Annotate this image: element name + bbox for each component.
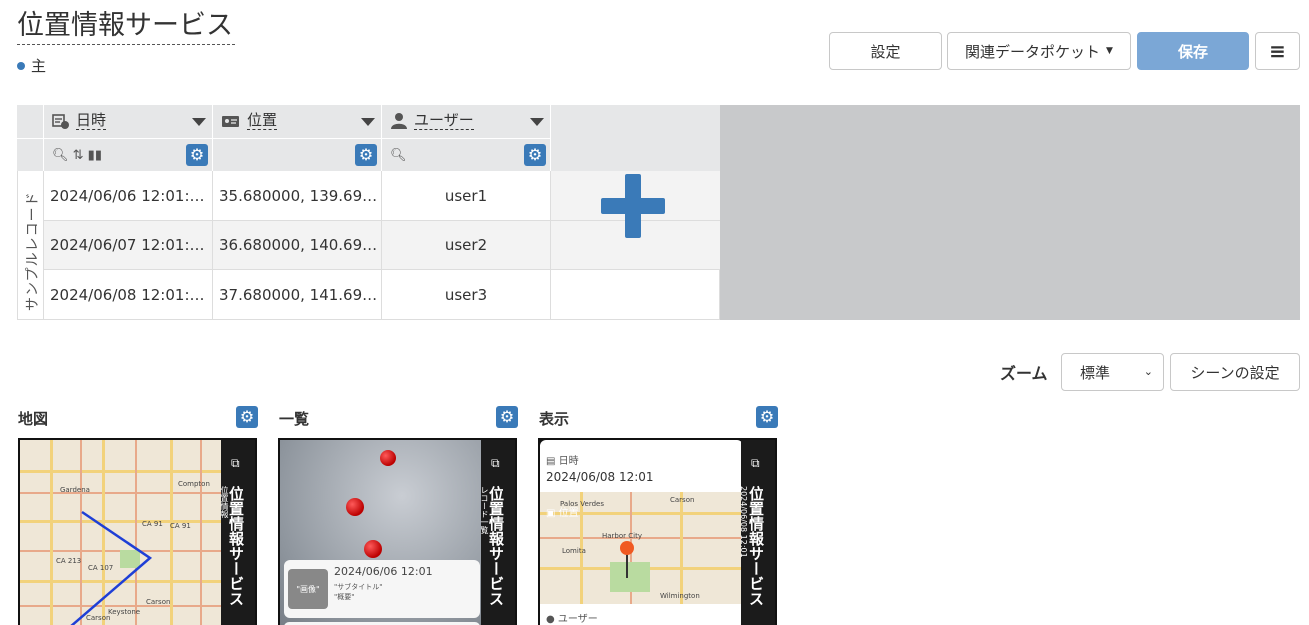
map-pin-icon <box>620 541 634 578</box>
corner-cell <box>17 105 44 138</box>
card-title-map: 地図 <box>18 410 49 428</box>
map-card[interactable]: Gardena Compton Carson Keystone Carson C… <box>18 438 257 625</box>
dropdown-arrow-icon[interactable] <box>192 118 206 126</box>
item-summary: "概要" <box>334 593 355 601</box>
scene-settings-button[interactable]: シーンの設定 <box>1170 353 1300 391</box>
list-item[interactable]: "画像" 2024/06/06 12:01 "サブタイトル" "概要" <box>284 560 480 618</box>
menu-button[interactable]: ≡ <box>1255 32 1300 70</box>
add-column-plus-icon[interactable] <box>601 174 665 238</box>
calendar-icon: ▤ <box>546 456 556 467</box>
location-field-label: ▣ 位置 <box>546 508 579 519</box>
copy-icon[interactable]: ⧉ <box>231 456 240 471</box>
calendar-clock-icon <box>52 113 69 129</box>
column-header-location[interactable]: 位置 <box>213 105 382 138</box>
user-field: ● ユーザー <box>540 604 743 625</box>
column-header-date[interactable]: 日時 <box>44 105 213 138</box>
column-tools-location: ⚙ <box>213 138 382 171</box>
column-label-user: ユーザー <box>414 111 474 130</box>
user-field-label: ● ユーザー <box>546 614 598 625</box>
chevron-down-icon: ⌄ <box>1143 365 1153 378</box>
table-cell-user[interactable]: user1 <box>382 171 551 221</box>
route-line <box>70 510 153 625</box>
settings-button[interactable]: 設定 <box>829 32 942 70</box>
column-tools-user: 🔍︎ ⚙ <box>382 138 551 171</box>
sample-record-label: サンプルレコード <box>17 171 44 320</box>
item-thumbnail: "画像" <box>288 569 328 609</box>
subtitle-label: 主 <box>31 57 47 75</box>
save-button[interactable]: 保存 <box>1137 32 1249 70</box>
date-field-label: ▤ 日時 <box>546 456 579 467</box>
copy-icon[interactable]: ⧉ <box>751 456 760 471</box>
table-cell-date[interactable]: 2024/06/08 12:01:… <box>44 270 213 320</box>
table-cell-location[interactable]: 35.680000, 139.69… <box>213 171 382 221</box>
card-side-panel: ⧉ 位置情報サービス レコード一覧 <box>480 440 515 625</box>
zoom-selected-value: 標準 <box>1080 363 1111 382</box>
dropdown-arrow-icon[interactable] <box>530 118 544 126</box>
card-title-display: 表示 <box>539 410 570 428</box>
item-subtitle: "サブタイトル" <box>334 583 383 591</box>
subtitle: 主 <box>17 55 46 76</box>
table-cell-date[interactable]: 2024/06/06 12:01:… <box>44 171 213 221</box>
related-pocket-button[interactable]: 関連データポケット ▼ <box>947 32 1131 70</box>
table-cell-user[interactable]: user2 <box>382 221 551 270</box>
card-side-panel: ⧉ 位置情報サービス 位置情報 <box>220 440 255 625</box>
caret-down-icon: ▼ <box>1106 46 1113 56</box>
search-sort-filter-icons[interactable]: 🔍︎ ⇅ ▮▮ <box>52 148 102 163</box>
column-tools-date: 🔍︎ ⇅ ▮▮ ⚙ <box>44 138 213 171</box>
empty-area <box>720 105 1300 320</box>
bullet-dot-icon <box>17 61 25 70</box>
column-label-date: 日時 <box>76 111 107 130</box>
related-pocket-label: 関連データポケット <box>965 42 1101 61</box>
list-card[interactable]: "画像" 2024/06/06 12:01 "サブタイトル" "概要" ⧉ 位置… <box>278 438 517 625</box>
display-card[interactable]: Palos Verdes Lomita Harbor City Wilmingt… <box>538 438 777 625</box>
table-cell-location[interactable]: 37.680000, 141.69… <box>213 270 382 320</box>
gear-icon[interactable]: ⚙ <box>186 144 208 166</box>
map-view[interactable]: Gardena Compton Carson Keystone Carson C… <box>20 440 223 625</box>
location-card-icon <box>222 115 239 127</box>
corner-cell <box>17 138 44 171</box>
table-cell-user[interactable]: user3 <box>382 270 551 320</box>
zoom-label: ズーム <box>1000 364 1048 383</box>
table-cell-date[interactable]: 2024/06/07 12:01:… <box>44 221 213 270</box>
date-field-value: 2024/06/08 12:01 <box>546 470 654 484</box>
date-field: ▤ 日時 2024/06/08 12:01 <box>540 440 743 492</box>
page-title: 位置情報サービス <box>17 8 235 45</box>
gear-icon[interactable]: ⚙ <box>355 144 377 166</box>
column-label-location: 位置 <box>247 111 278 130</box>
gear-icon[interactable]: ⚙ <box>496 406 518 428</box>
search-icon[interactable]: 🔍︎ <box>390 148 407 163</box>
user-icon <box>391 112 407 129</box>
add-column-area <box>551 105 720 320</box>
record-table: 日時 🔍︎ ⇅ ▮▮ ⚙ 位置 ⚙ ユーザー 🔍︎ ⚙ サンプルレコード 202… <box>17 105 720 320</box>
card-side-panel: ⧉ 位置情報サービス 2024/06/08 12:01 <box>739 440 775 625</box>
column-header-user[interactable]: ユーザー <box>382 105 551 138</box>
item-date: 2024/06/06 12:01 <box>334 565 433 578</box>
dropdown-arrow-icon[interactable] <box>361 118 375 126</box>
location-card-icon: ▣ <box>546 508 556 519</box>
copy-icon[interactable]: ⧉ <box>491 456 500 471</box>
gear-icon[interactable]: ⚙ <box>236 406 258 428</box>
table-cell-location[interactable]: 36.680000, 140.69… <box>213 221 382 270</box>
gear-icon[interactable]: ⚙ <box>524 144 546 166</box>
card-title-list: 一覧 <box>279 410 310 428</box>
hamburger-icon: ≡ <box>1269 39 1286 63</box>
gear-icon[interactable]: ⚙ <box>756 406 778 428</box>
user-icon: ● <box>546 614 555 625</box>
zoom-select[interactable]: 標準 ⌄ <box>1061 353 1164 391</box>
